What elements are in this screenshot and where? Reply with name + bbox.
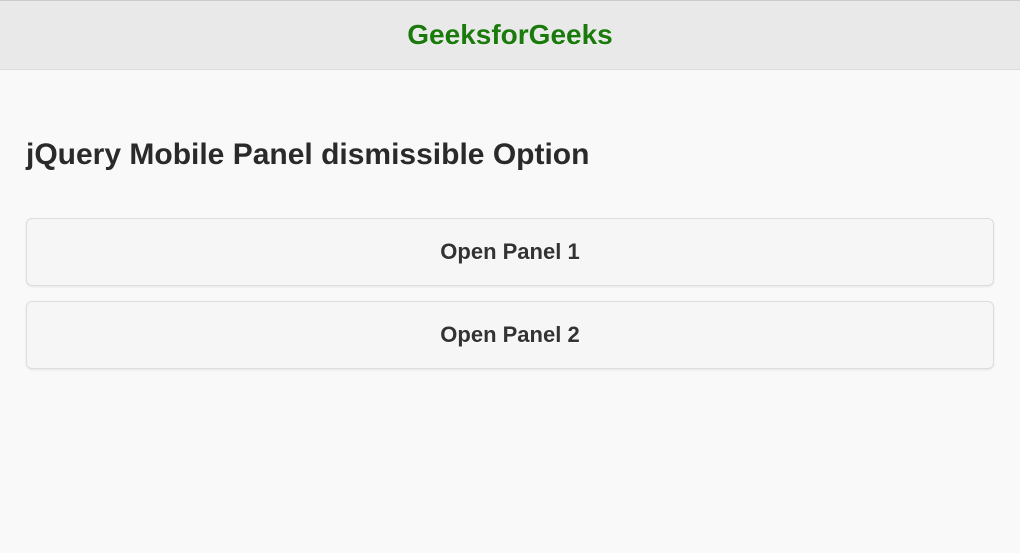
open-panel-2-label: Open Panel 2 [440, 322, 579, 347]
header-bar: GeeksforGeeks [0, 0, 1020, 70]
open-panel-1-label: Open Panel 1 [440, 239, 579, 264]
open-panel-1-button[interactable]: Open Panel 1 [26, 218, 994, 286]
page-content: jQuery Mobile Panel dismissible Option O… [0, 138, 1020, 369]
page-heading: jQuery Mobile Panel dismissible Option [26, 138, 994, 172]
open-panel-2-button[interactable]: Open Panel 2 [26, 301, 994, 369]
header-title: GeeksforGeeks [0, 19, 1020, 51]
